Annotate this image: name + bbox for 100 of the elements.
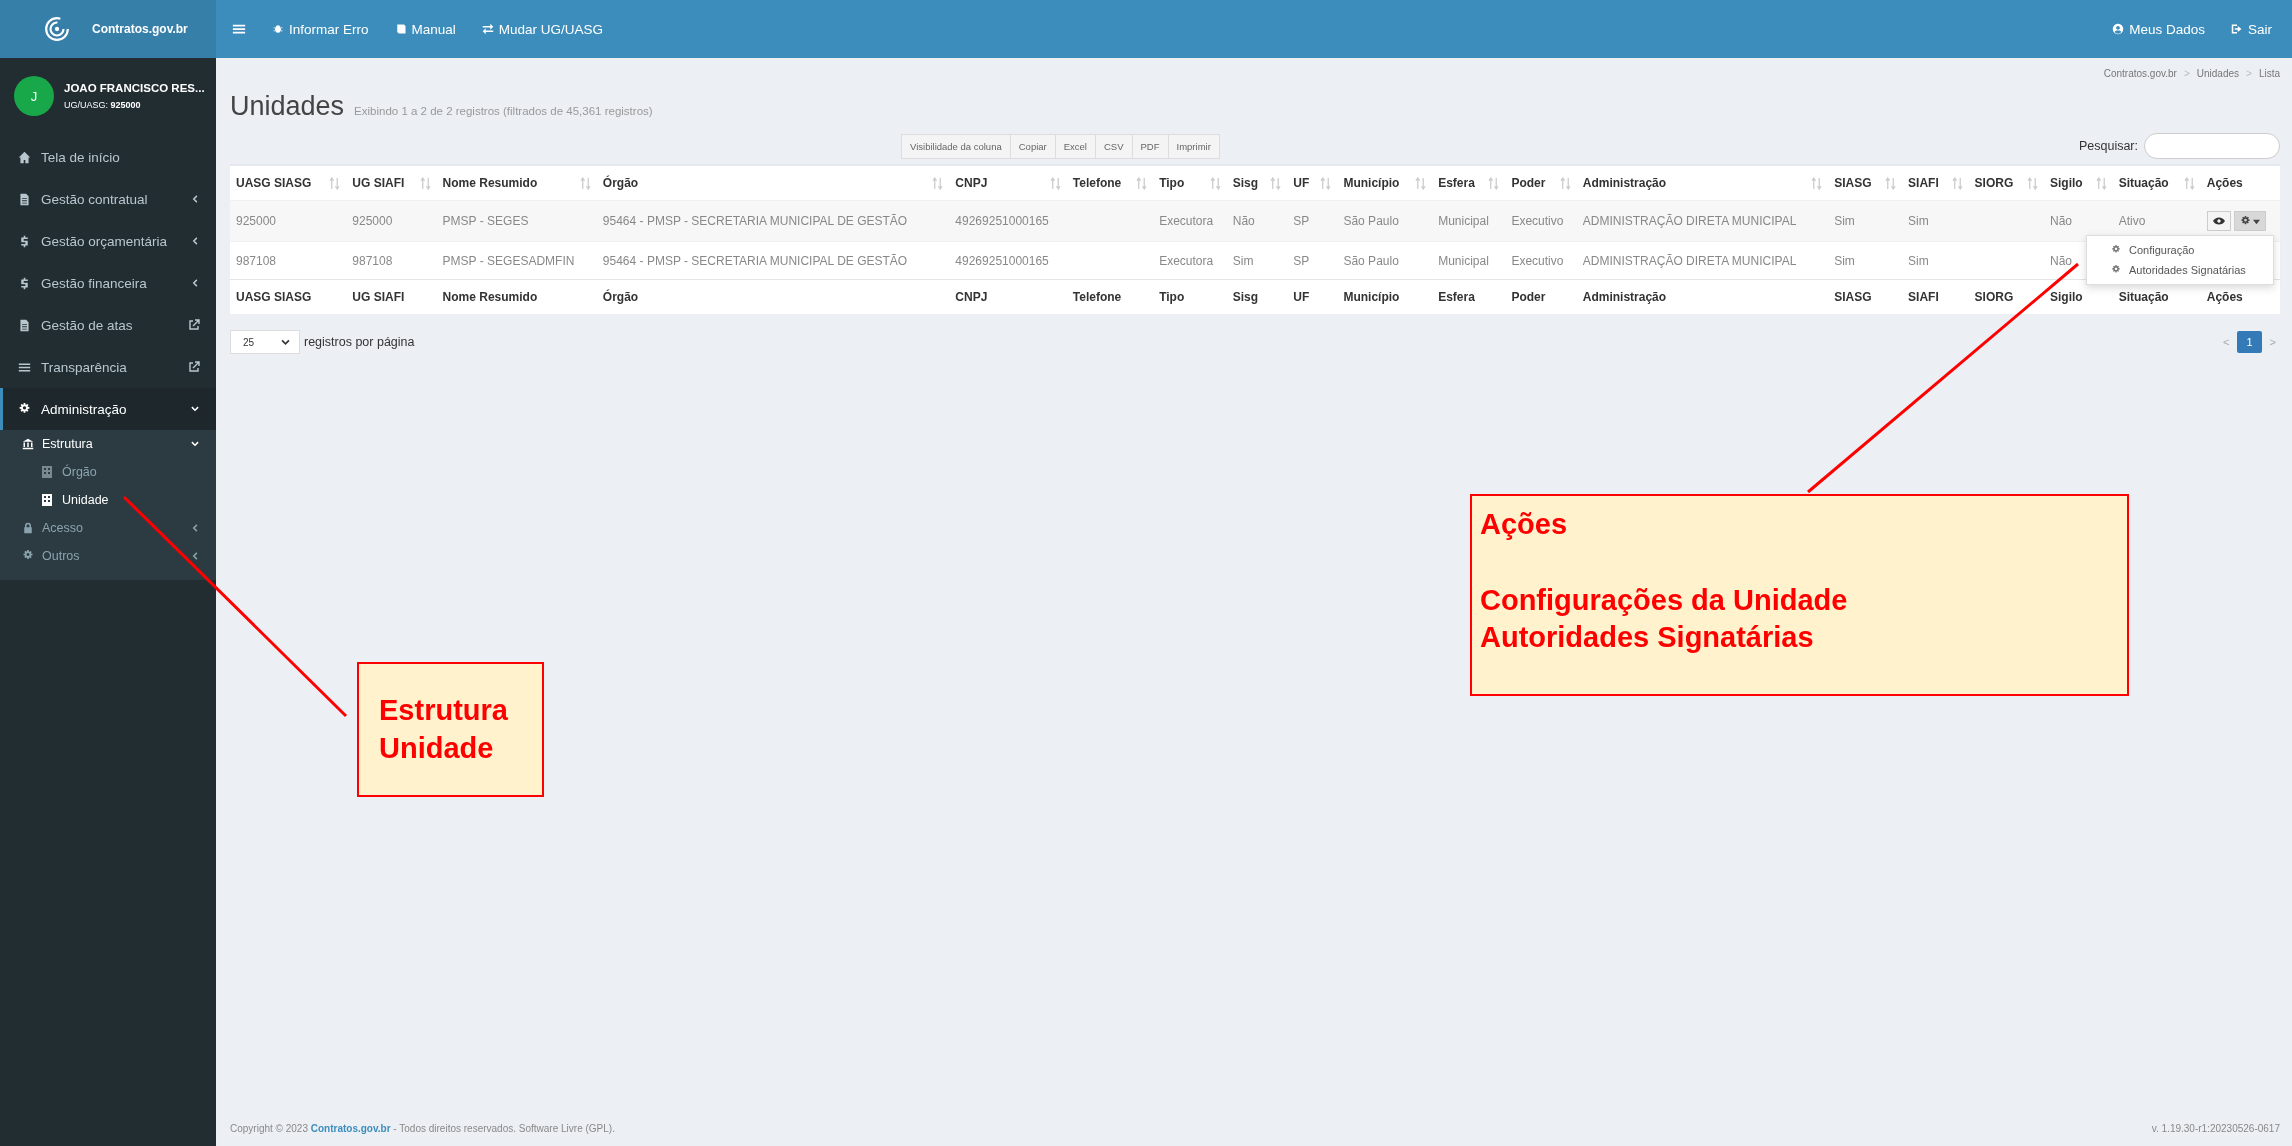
sort-icon[interactable] xyxy=(1951,176,1963,190)
logo-text[interactable]: Contratos.gov.br xyxy=(92,22,188,36)
gear-icon xyxy=(2111,265,2121,275)
view-button[interactable] xyxy=(2206,211,2231,231)
actions-dropdown-button[interactable] xyxy=(2233,211,2266,231)
table-cell: 49269251000165 xyxy=(955,214,1049,228)
annotation-text: Unidade xyxy=(379,730,495,766)
external-link-icon xyxy=(188,361,200,373)
column-footer: UF xyxy=(1293,290,1310,304)
sidebar-subitem[interactable]: Órgão xyxy=(0,458,216,486)
column-header[interactable]: Tipo xyxy=(1159,176,1185,190)
export-button[interactable]: Imprimir xyxy=(1167,133,1220,159)
sidebar-item[interactable]: Administração xyxy=(0,388,216,430)
sidebar-item[interactable]: Gestão de atas xyxy=(0,304,216,346)
sort-icon[interactable] xyxy=(1885,176,1897,190)
sort-icon[interactable] xyxy=(1488,176,1500,190)
column-header[interactable]: SIASG xyxy=(1834,176,1872,190)
sidebar-item[interactable]: Gestão orçamentária xyxy=(0,220,216,262)
menu-item[interactable]: Configuração xyxy=(2087,240,2273,260)
sort-icon[interactable] xyxy=(1559,176,1571,190)
column-header[interactable]: UF xyxy=(1293,176,1310,190)
sort-icon[interactable] xyxy=(1415,176,1427,190)
sort-icon[interactable] xyxy=(2026,176,2038,190)
search-field[interactable] xyxy=(2144,133,2280,159)
sort-icon[interactable] xyxy=(329,176,341,190)
table-cell: Sim xyxy=(1908,214,1929,228)
breadcrumb-link[interactable]: Lista xyxy=(2258,68,2280,79)
sort-icon[interactable] xyxy=(2183,176,2195,190)
column-header[interactable]: Órgão xyxy=(602,176,639,190)
sidebar-item[interactable]: Gestão contratual xyxy=(0,178,216,220)
sort-icon[interactable] xyxy=(932,176,944,190)
table-cell: Sim xyxy=(1834,253,1855,268)
column-header[interactable]: Nome Resumido xyxy=(442,176,538,190)
column-header[interactable]: Sigilo xyxy=(2049,176,2083,190)
column-header[interactable]: CNPJ xyxy=(955,176,988,190)
copyright-text: Copyright © 2023 Contratos.gov.br - Todos direitos reservados. Software Livre (GPL). xyxy=(230,1123,615,1134)
table-cell: 925000 xyxy=(236,214,277,228)
column-header[interactable]: Município xyxy=(1343,176,1400,190)
export-button[interactable]: Visibilidade da coluna xyxy=(901,133,1011,159)
caret-icon xyxy=(2252,217,2260,225)
page-button[interactable]: 1 xyxy=(2237,331,2262,353)
export-button[interactable]: Copiar xyxy=(1009,133,1056,159)
column-header[interactable]: Poder xyxy=(1511,176,1546,190)
sidebar-subitem[interactable]: Acesso xyxy=(0,514,216,542)
page-length-label: registros por página xyxy=(304,335,415,349)
gear-icon xyxy=(2239,215,2251,227)
user-icon xyxy=(2112,23,2125,35)
menu-item[interactable]: Autoridades Signatárias xyxy=(2087,260,2273,280)
column-footer: SIORG xyxy=(1974,290,2014,304)
export-button[interactable]: CSV xyxy=(1094,133,1133,159)
column-header[interactable]: Ações xyxy=(2206,176,2243,190)
column-header[interactable]: SIAFI xyxy=(1908,176,1939,190)
column-footer: Nome Resumido xyxy=(442,290,538,304)
column-header[interactable]: SIORG xyxy=(1974,176,2014,190)
sidebar-item[interactable]: Tela de início xyxy=(0,136,216,178)
gear-icon xyxy=(22,550,34,562)
breadcrumb-link[interactable]: Unidades xyxy=(2196,68,2240,79)
nav-link[interactable]: Manual xyxy=(394,21,456,37)
sort-icon[interactable] xyxy=(579,176,591,190)
nav-link[interactable]: Meus Dados xyxy=(2112,21,2205,37)
breadcrumb-link[interactable]: Contratos.gov.br xyxy=(2103,68,2177,79)
chevron-icon xyxy=(190,551,200,561)
column-header[interactable]: UASG SIASG xyxy=(236,176,312,190)
home-icon xyxy=(18,150,31,164)
sort-icon[interactable] xyxy=(1209,176,1221,190)
column-header[interactable]: Esfera xyxy=(1438,176,1475,190)
nav-link[interactable]: Sair xyxy=(2231,21,2272,37)
export-button[interactable]: Excel xyxy=(1054,133,1096,159)
sort-icon[interactable] xyxy=(2095,176,2107,190)
column-footer: Administração xyxy=(1582,290,1667,304)
column-footer: Poder xyxy=(1511,290,1546,304)
column-header[interactable]: UG SIAFI xyxy=(352,176,405,190)
column-header[interactable]: Sisg xyxy=(1232,176,1259,190)
search-label: Pesquisar: xyxy=(2078,139,2138,153)
column-header[interactable]: Situação xyxy=(2118,176,2169,190)
menu-icon[interactable] xyxy=(232,22,246,36)
sort-icon[interactable] xyxy=(1270,176,1282,190)
sort-icon[interactable] xyxy=(419,176,431,190)
table-cell: Executora xyxy=(1159,214,1214,228)
column-footer: CNPJ xyxy=(955,290,988,304)
column-header[interactable]: Telefone xyxy=(1072,176,1122,190)
sort-icon[interactable] xyxy=(1811,176,1823,190)
list-icon xyxy=(18,360,31,374)
sort-icon[interactable] xyxy=(1136,176,1148,190)
nav-link[interactable]: Mudar UG/UASG xyxy=(481,21,604,37)
column-header[interactable]: Administração xyxy=(1582,176,1667,190)
sidebar-item[interactable]: Gestão financeira xyxy=(0,262,216,304)
table-cell: Sim xyxy=(1232,253,1254,268)
table-cell: Executora xyxy=(1159,253,1214,268)
sidebar-item[interactable]: Transparência xyxy=(0,346,216,388)
sidebar-subitem[interactable]: Estrutura xyxy=(0,430,216,458)
sort-icon[interactable] xyxy=(1320,176,1332,190)
sidebar-subitem[interactable]: Unidade xyxy=(0,486,216,514)
export-button[interactable]: PDF xyxy=(1131,133,1169,159)
sort-icon[interactable] xyxy=(1049,176,1061,190)
table-cell: SP xyxy=(1293,253,1310,268)
breadcrumb-separator: > xyxy=(2246,68,2252,79)
nav-link[interactable]: Informar Erro xyxy=(272,21,369,37)
sidebar-subitem[interactable]: Outros xyxy=(0,542,216,570)
page-length-select[interactable]: 25 xyxy=(230,330,300,354)
